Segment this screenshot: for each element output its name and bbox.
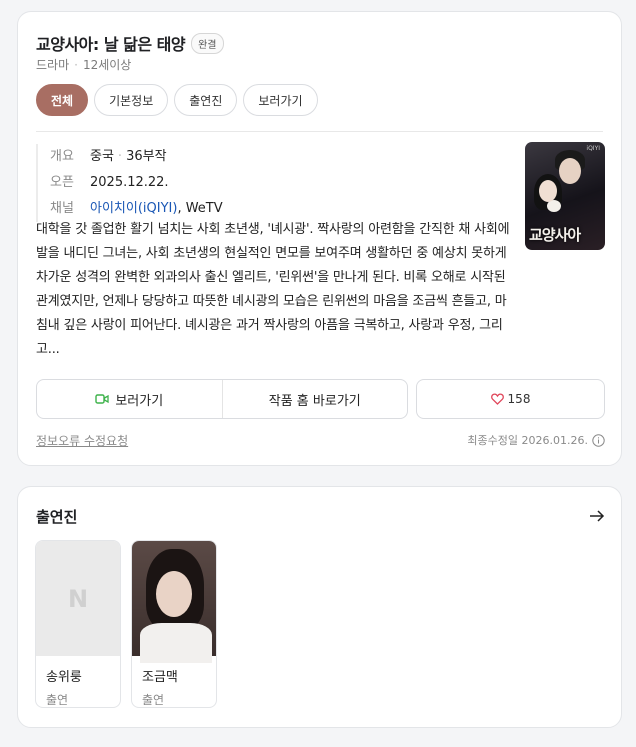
- poster-logo: iQIYI: [586, 145, 600, 152]
- watch-button[interactable]: 보러가기: [37, 380, 222, 418]
- placeholder-glyph: N: [67, 584, 89, 613]
- divider: [36, 131, 603, 132]
- status-badge: 완결: [191, 32, 224, 54]
- channel-rest: , WeTV: [177, 201, 223, 216]
- title-row: 교양사아: 날 닮은 태양 완결: [36, 31, 224, 55]
- info-row-overview: 개요 중국 · 36부작: [50, 144, 223, 170]
- info-row-open: 오픈 2025.12.22.: [50, 170, 223, 196]
- cast-member-card[interactable]: N 송위룽 출연: [35, 540, 121, 708]
- report-error-link[interactable]: 정보오류 수정요청: [36, 432, 128, 449]
- last-updated: 최종수정일 2026.01.26.: [467, 432, 605, 448]
- video-play-icon: [95, 393, 109, 405]
- action-bar: 보러가기 작품 홈 바로가기 158: [36, 379, 605, 419]
- rating-label: 12세이상: [82, 58, 132, 72]
- info-key-overview: 개요: [50, 149, 74, 164]
- cast-card-section: 출연진 N 송위룽 출연 조금맥 출연: [17, 486, 622, 728]
- like-button[interactable]: 158: [416, 379, 605, 419]
- cast-photo-placeholder: N: [36, 541, 120, 656]
- poster-title-text: 교양사아: [529, 226, 581, 244]
- poster-image[interactable]: iQIYI 교양사아: [525, 142, 605, 250]
- cast-photo: [132, 541, 216, 663]
- cast-member-name: 송위룽: [46, 670, 82, 685]
- info-icon[interactable]: [592, 433, 605, 447]
- action-button-group: 보러가기 작품 홈 바로가기: [36, 379, 408, 419]
- tab-watch[interactable]: 보러가기: [243, 84, 318, 116]
- genre-label: 드라마: [36, 58, 70, 72]
- homepage-button-label: 작품 홈 바로가기: [268, 393, 361, 409]
- tab-cast[interactable]: 출연진: [174, 84, 238, 116]
- cast-member-card[interactable]: 조금맥 출연: [131, 540, 217, 708]
- like-count: 158: [507, 392, 531, 406]
- tab-basic-info[interactable]: 기본정보: [94, 84, 169, 116]
- last-updated-label: 최종수정일 2026.01.26.: [467, 434, 588, 447]
- info-val-overview: 중국 · 36부작: [90, 149, 167, 164]
- episodes-value: 36부작: [126, 149, 167, 164]
- watch-button-label: 보러가기: [115, 393, 164, 409]
- info-table: 개요 중국 · 36부작 오픈 2025.12.22. 채널 아이치이(iQIYI)…: [36, 144, 223, 222]
- tab-bar: 전체 기본정보 출연진 보러가기: [36, 84, 318, 116]
- cast-list: N 송위룽 출연 조금맥 출연: [35, 540, 217, 708]
- drama-title[interactable]: 교양사아: 날 닮은 태양: [36, 31, 186, 55]
- drama-info-card: 교양사아: 날 닮은 태양 완결 드라마 · 12세이상 전체 기본정보 출연진 보…: [17, 11, 622, 466]
- info-key-open: 오픈: [50, 175, 74, 190]
- heart-icon: [490, 393, 504, 405]
- tab-all[interactable]: 전체: [36, 84, 89, 116]
- open-date-value: 2025.12.22.: [90, 175, 169, 190]
- cast-member-role: 출연: [46, 693, 69, 707]
- cast-section-title[interactable]: 출연진: [36, 506, 77, 527]
- country-value: 중국: [90, 149, 114, 164]
- channel-link-iqiyi[interactable]: 아이치이(iQIYI): [90, 201, 177, 216]
- homepage-button[interactable]: 작품 홈 바로가기: [221, 380, 408, 418]
- meta-line: 드라마 · 12세이상: [36, 56, 131, 73]
- meta-separator: ·: [74, 58, 78, 72]
- arrow-right-icon[interactable]: [589, 509, 605, 523]
- cast-member-role: 출연: [142, 693, 165, 707]
- synopsis-text: 대학을 갓 졸업한 활기 넘치는 사회 초년생, '녜시광'. 짝사랑의 아련함…: [36, 222, 510, 357]
